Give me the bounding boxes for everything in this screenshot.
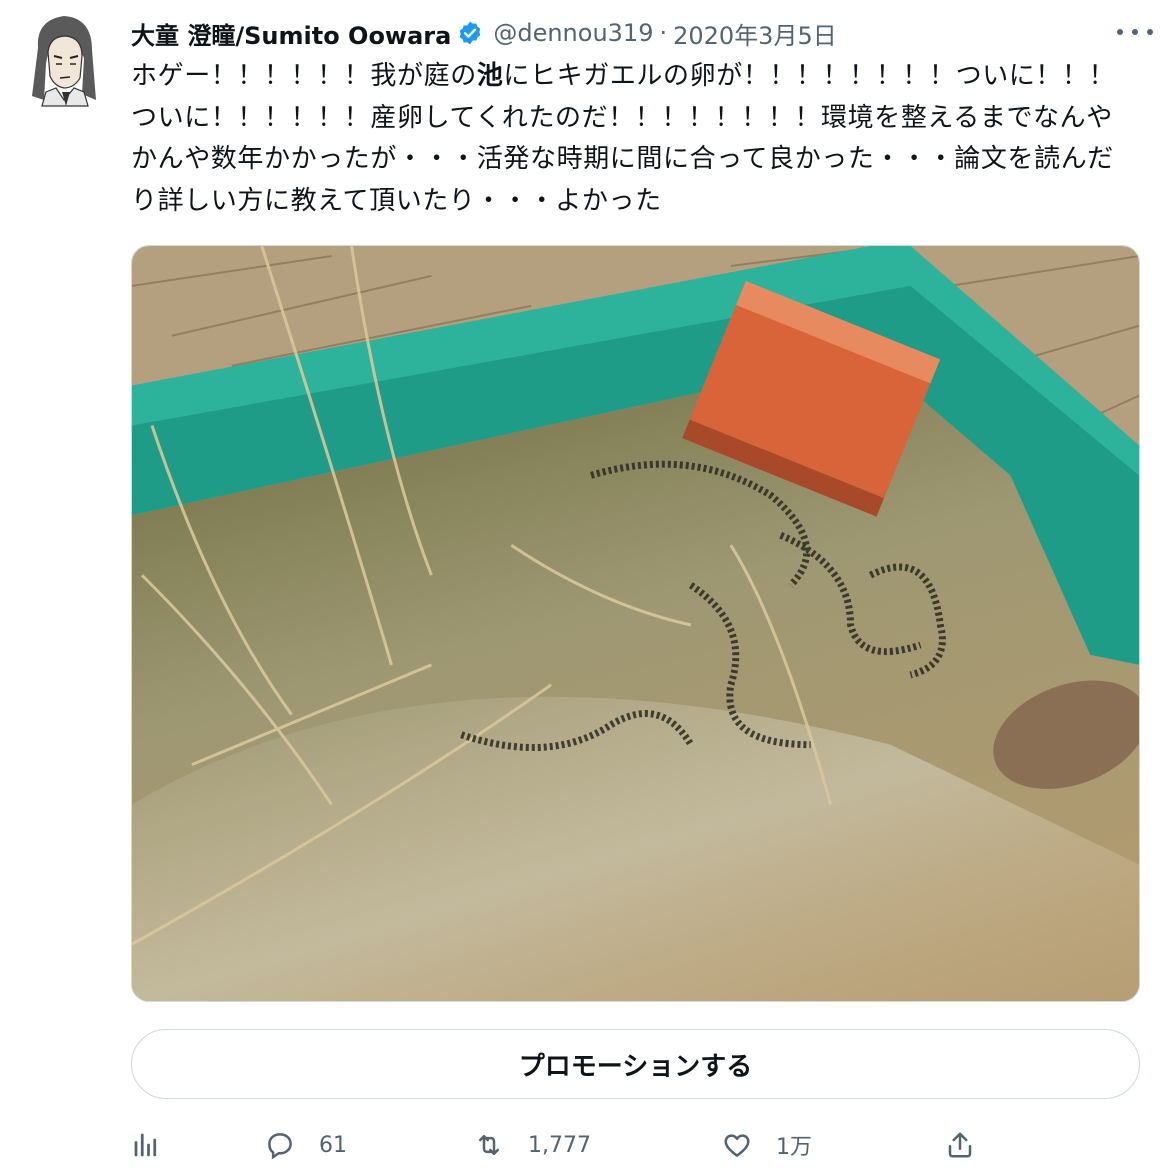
promote-button[interactable]: プロモーションする [131, 1029, 1140, 1099]
like-count: 1万 [776, 1135, 812, 1160]
display-name[interactable]: 大童 澄瞳/Sumito Oowara [131, 16, 451, 51]
retweet-icon [479, 1135, 499, 1155]
analytics-icon [134, 1133, 157, 1157]
verified-badge-icon [460, 21, 481, 45]
heart-icon [724, 1134, 750, 1157]
tweet-text-bold: 池 [476, 61, 504, 91]
tweet-text: ホゲー！！！！！！我が庭の池にヒキガエルの卵が！！！！！！！！ついに！！！ついに… [131, 56, 1131, 222]
tweet-text-part: ホゲー！！！！！！我が庭の [131, 61, 477, 91]
retweet-button[interactable]: 1,777 [474, 1120, 591, 1170]
header-separator: · [659, 19, 668, 47]
reply-count: 61 [319, 1132, 347, 1158]
retweet-count: 1,777 [528, 1132, 591, 1158]
tweet-photo[interactable] [131, 245, 1140, 1002]
tweet-action-bar: 61 1,777 1万 [131, 1120, 1140, 1170]
more-options-icon[interactable] [1117, 18, 1153, 46]
promote-button-label: プロモーションする [518, 1051, 753, 1082]
share-icon [948, 1132, 972, 1158]
tweet-date[interactable]: 2020年3月5日 [673, 16, 837, 51]
user-handle[interactable]: @dennou319 [493, 19, 653, 47]
tweet-header: 大童 澄瞳/Sumito Oowara @dennou319 · 2020年3月… [131, 16, 837, 50]
reply-icon [268, 1133, 292, 1160]
share-button[interactable] [945, 1120, 975, 1170]
like-button[interactable]: 1万 [722, 1120, 812, 1170]
analytics-button[interactable] [131, 1120, 161, 1170]
reply-button[interactable]: 61 [265, 1120, 347, 1170]
avatar[interactable] [16, 8, 114, 108]
